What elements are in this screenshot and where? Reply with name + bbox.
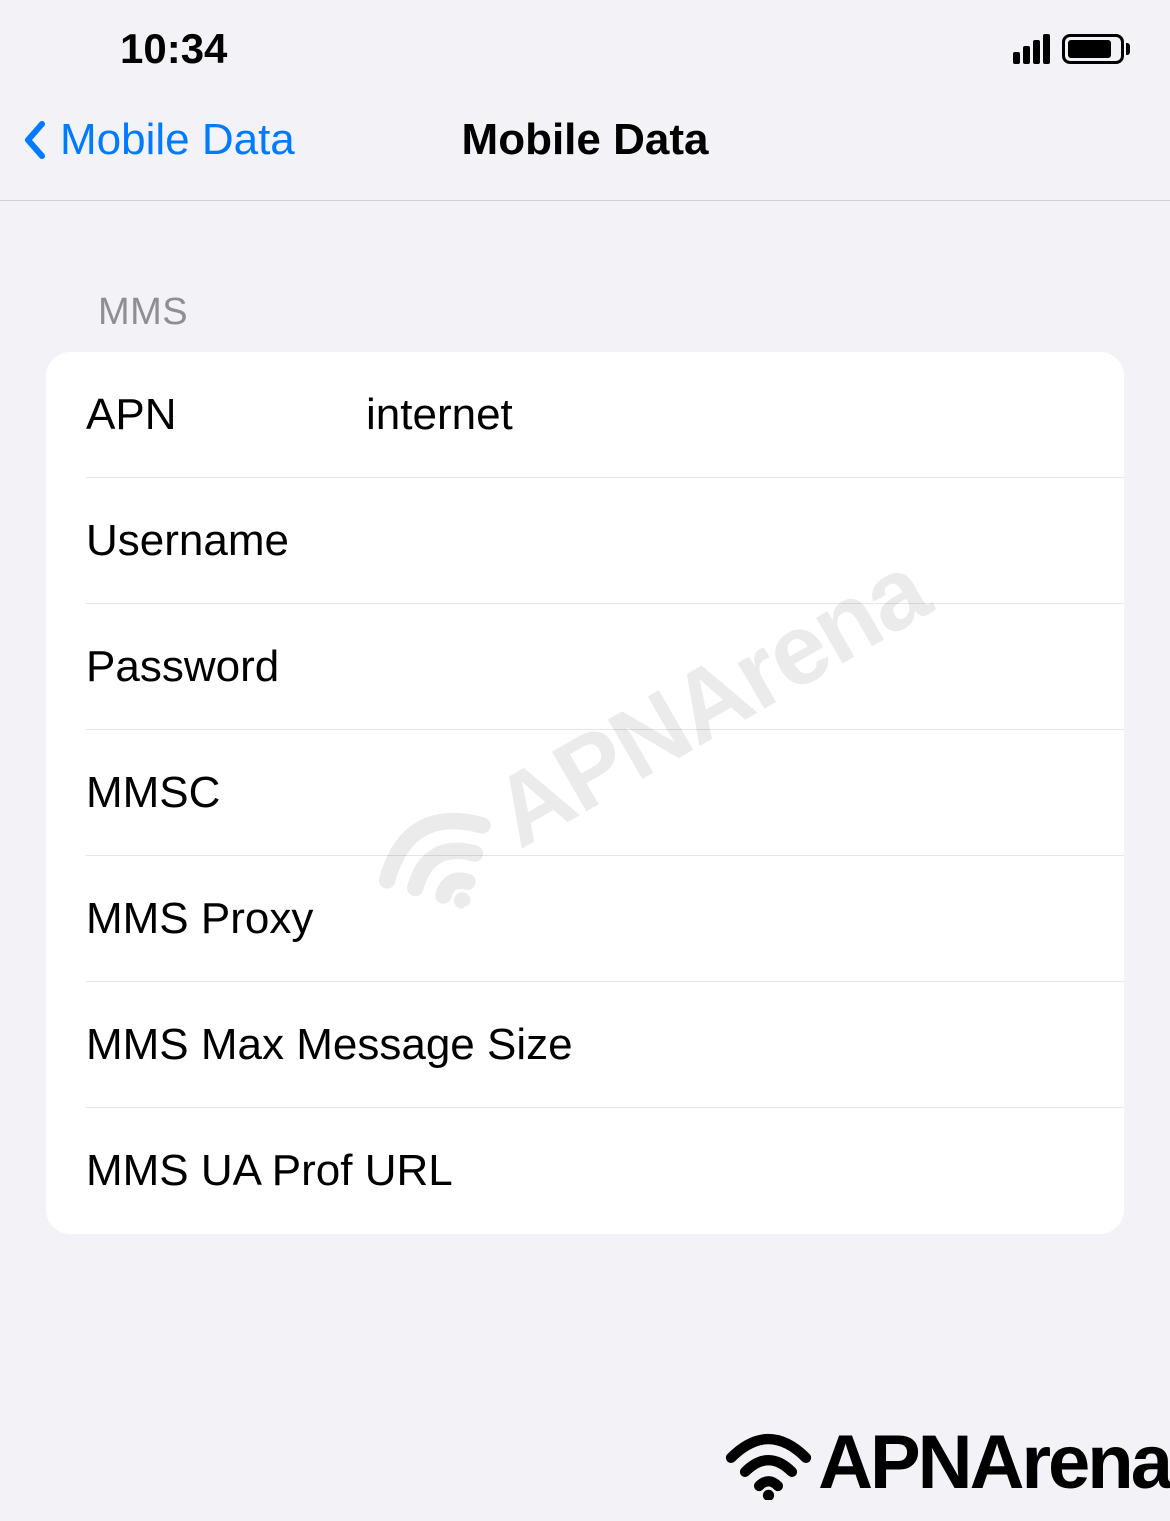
label-mms-max-size: MMS Max Message Size (86, 1020, 1124, 1070)
input-apn[interactable] (366, 390, 1124, 440)
row-apn[interactable]: APN (46, 352, 1124, 478)
cellular-signal-icon (1013, 34, 1050, 64)
settings-group-mms: APN Username Password MMSC MMS Proxy MMS… (46, 352, 1124, 1234)
back-button[interactable]: Mobile Data (20, 115, 295, 165)
label-mms-proxy: MMS Proxy (86, 894, 366, 944)
row-mms-proxy[interactable]: MMS Proxy (46, 856, 1124, 982)
row-username[interactable]: Username (46, 478, 1124, 604)
input-mms-proxy[interactable] (366, 894, 1124, 944)
footer-logo: APNArena (721, 1419, 1170, 1506)
status-bar: 10:34 (0, 0, 1170, 85)
row-mmsc[interactable]: MMSC (46, 730, 1124, 856)
wifi-icon (721, 1425, 816, 1500)
section-header-mms: MMS (0, 201, 1170, 352)
row-password[interactable]: Password (46, 604, 1124, 730)
row-mms-max-size[interactable]: MMS Max Message Size (46, 982, 1124, 1108)
label-apn: APN (86, 390, 366, 440)
label-mms-ua-prof: MMS UA Prof URL (86, 1146, 1124, 1196)
label-username: Username (86, 516, 366, 566)
back-label: Mobile Data (60, 115, 295, 165)
page-title: Mobile Data (462, 115, 709, 165)
footer-text: APNArena (818, 1419, 1170, 1506)
chevron-left-icon (20, 120, 50, 160)
row-mms-ua-prof[interactable]: MMS UA Prof URL (46, 1108, 1124, 1234)
navigation-bar: Mobile Data Mobile Data (0, 85, 1170, 201)
input-mmsc[interactable] (366, 768, 1124, 818)
input-username[interactable] (366, 516, 1124, 566)
label-mmsc: MMSC (86, 768, 366, 818)
status-icons (1013, 34, 1130, 64)
input-password[interactable] (366, 642, 1124, 692)
battery-icon (1062, 34, 1130, 64)
label-password: Password (86, 642, 366, 692)
status-time: 10:34 (120, 25, 227, 73)
